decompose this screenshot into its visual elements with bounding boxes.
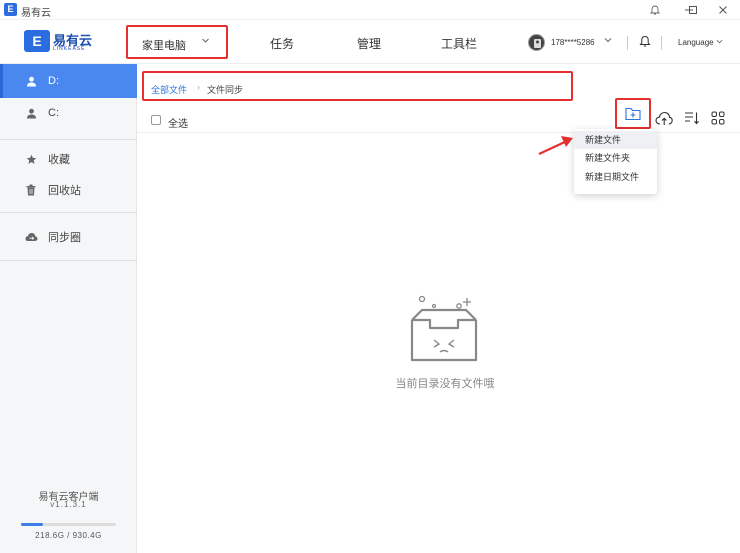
sidebar-item-favorites[interactable]: 收藏 <box>0 142 137 176</box>
device-name: 家里电脑 <box>142 40 186 52</box>
sidebar-item-trash[interactable]: 回收站 <box>0 173 137 207</box>
divider <box>0 139 137 140</box>
sidebar-item-sync[interactable]: 同步圈 <box>0 220 137 254</box>
breadcrumb-current: 文件同步 <box>207 85 244 95</box>
pin-button[interactable] <box>638 0 672 20</box>
storage-usage-text: 218.6G / 930.4G <box>35 531 102 540</box>
sidebar-item-label: C: <box>48 107 59 119</box>
upload-cloud-icon[interactable] <box>655 110 673 126</box>
select-all-checkbox[interactable] <box>151 115 161 125</box>
empty-state-message: 当前目录没有文件哦 <box>395 378 495 390</box>
breadcrumb-root[interactable]: 全部文件 <box>151 83 187 96</box>
language-selector[interactable]: Language <box>678 38 723 47</box>
window-title: 易有云 <box>21 8 51 19</box>
menu-item-new-date-file[interactable]: 新建日期文件 <box>574 168 657 186</box>
grid-view-icon[interactable] <box>709 110 727 126</box>
chevron-down-icon <box>716 39 723 44</box>
avatar[interactable] <box>528 34 545 51</box>
bell-outline-icon <box>650 5 660 14</box>
empty-box-icon <box>410 295 478 362</box>
tab-manage[interactable]: 管理 <box>357 35 381 52</box>
divider <box>0 260 137 261</box>
maximize-icon <box>689 6 697 14</box>
sidebar-item-label: 回收站 <box>48 185 81 197</box>
top-header: E 易有云 LINKEASE 家里电脑 任务 管理 工具栏 178****528… <box>0 20 740 64</box>
annotation-arrow-icon <box>538 136 573 155</box>
select-all-label[interactable]: 全选 <box>168 115 188 130</box>
trash-icon <box>24 184 38 196</box>
storage-progress-bar <box>21 523 116 526</box>
menu-item-new-file[interactable]: 新建文件 <box>574 131 657 149</box>
logo-icon: E <box>24 30 50 52</box>
new-item-menu: 新建文件 新建文件夹 新建日期文件 <box>574 129 657 194</box>
sidebar-item-label: 同步圈 <box>48 232 81 244</box>
language-label: Language <box>678 38 714 47</box>
title-bar: E 易有云 <box>0 0 740 20</box>
close-icon <box>719 6 727 14</box>
user-icon <box>24 108 38 119</box>
sidebar-item-label: 收藏 <box>48 154 70 166</box>
logo-subtitle: LINKEASE <box>53 46 86 52</box>
tab-tasks[interactable]: 任务 <box>270 35 294 52</box>
cloud-sync-icon <box>24 232 38 242</box>
divider <box>0 212 137 213</box>
folder-plus-icon <box>625 107 641 120</box>
sidebar-item-drive-d[interactable]: D: <box>0 64 137 98</box>
maximize-button[interactable] <box>676 0 710 20</box>
user-phone[interactable]: 178****5286 <box>551 38 595 47</box>
divider <box>661 36 662 50</box>
chevron-down-icon <box>201 36 210 48</box>
breadcrumb-separator: › <box>197 82 200 92</box>
bell-icon[interactable] <box>639 35 651 51</box>
tab-toolbox[interactable]: 工具栏 <box>441 35 477 52</box>
divider <box>627 36 628 50</box>
sidebar-item-label: D: <box>48 75 59 87</box>
sort-icon[interactable] <box>683 110 701 126</box>
menu-item-new-folder[interactable]: 新建文件夹 <box>574 149 657 167</box>
new-file-button[interactable] <box>615 98 651 129</box>
chevron-down-icon[interactable] <box>604 36 612 46</box>
app-icon: E <box>4 3 17 16</box>
sidebar-item-drive-c[interactable]: C: <box>0 96 137 130</box>
client-version: v1.1.3.1 <box>50 500 87 509</box>
breadcrumb: 全部文件 › 文件同步 <box>142 71 573 101</box>
star-icon <box>24 154 38 165</box>
close-button[interactable] <box>706 0 740 20</box>
sidebar: D: C: 收藏 回收站 同步圈 易有云客户端 v1.1.3.1 218.6G … <box>0 64 137 553</box>
user-icon <box>24 76 38 87</box>
device-selector[interactable]: 家里电脑 <box>126 25 228 59</box>
storage-progress-fill <box>21 523 44 526</box>
